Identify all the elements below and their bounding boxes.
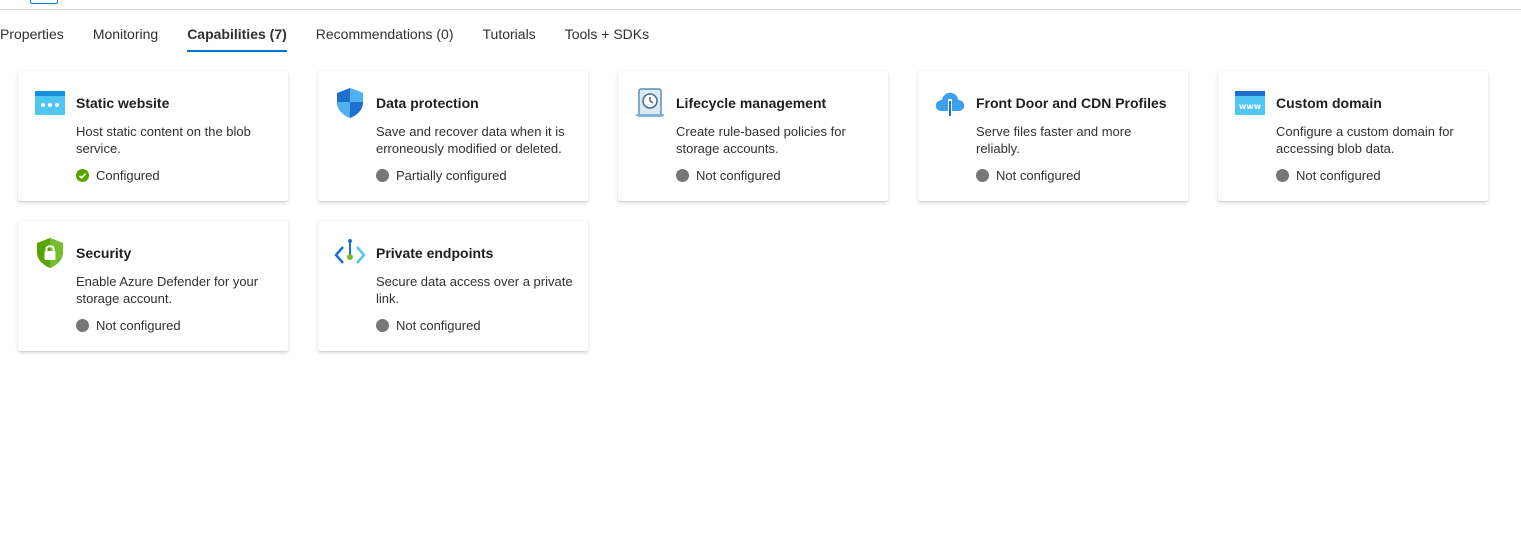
status-dot-icon: [376, 319, 389, 332]
tab-capabilities[interactable]: Capabilities (7): [187, 22, 287, 52]
card-description: Configure a custom domain for accessing …: [1276, 124, 1454, 156]
lock-shield-icon: [34, 237, 66, 269]
status-badge: Not configured: [376, 318, 481, 333]
tab-recommendations[interactable]: Recommendations (0): [316, 22, 454, 52]
card-data-protection[interactable]: Data protection Save and recover data wh…: [318, 71, 588, 201]
card-custom-domain[interactable]: www Custom domain Configure a custom dom…: [1218, 71, 1488, 201]
check-circle-icon: [76, 169, 89, 182]
card-private-endpoints[interactable]: Private endpoints Secure data access ove…: [318, 221, 588, 351]
card-title: Front Door and CDN Profiles: [976, 95, 1167, 111]
truncated-top-control: [30, 0, 58, 4]
status-text: Not configured: [696, 168, 781, 183]
status-dot-icon: [1276, 169, 1289, 182]
card-title: Data protection: [376, 95, 479, 111]
status-text: Not configured: [96, 318, 181, 333]
status-text: Not configured: [1296, 168, 1381, 183]
card-static-website[interactable]: Static website Host static content on th…: [18, 71, 288, 201]
status-dot-icon: [76, 319, 89, 332]
shield-icon: [334, 87, 366, 119]
status-dot-icon: [676, 169, 689, 182]
card-title: Private endpoints: [376, 245, 494, 261]
card-description: Save and recover data when it is erroneo…: [376, 124, 565, 156]
tab-monitoring[interactable]: Monitoring: [93, 22, 158, 52]
svg-text:www: www: [1239, 102, 1262, 111]
status-badge: Not configured: [76, 318, 181, 333]
status-badge: Configured: [76, 168, 160, 183]
card-title: Security: [76, 245, 132, 261]
card-security[interactable]: Security Enable Azure Defender for your …: [18, 221, 288, 351]
status-dot-icon: [976, 169, 989, 182]
card-description: Create rule-based policies for storage a…: [676, 124, 846, 156]
private-endpoint-icon: [334, 237, 366, 269]
top-divider: [0, 0, 1521, 10]
status-badge: Not configured: [976, 168, 1081, 183]
www-icon: www: [1234, 87, 1266, 119]
status-text: Configured: [96, 168, 160, 183]
tab-tutorials[interactable]: Tutorials: [483, 22, 536, 52]
card-front-door-cdn[interactable]: Front Door and CDN Profiles Serve files …: [918, 71, 1188, 201]
card-description: Enable Azure Defender for your storage a…: [76, 274, 259, 306]
card-lifecycle-management[interactable]: Lifecycle management Create rule-based p…: [618, 71, 888, 201]
tab-bar: Properties Monitoring Capabilities (7) R…: [0, 22, 678, 52]
card-description: Host static content on the blob service.: [76, 124, 251, 156]
status-text: Not configured: [996, 168, 1081, 183]
card-description: Secure data access over a private link.: [376, 274, 573, 306]
card-title: Custom domain: [1276, 95, 1382, 111]
card-title: Static website: [76, 95, 170, 111]
tab-tools-sdks[interactable]: Tools + SDKs: [565, 22, 649, 52]
status-text: Partially configured: [396, 168, 507, 183]
cloud-cdn-icon: [934, 87, 966, 119]
status-dot-icon: [376, 169, 389, 182]
tab-properties[interactable]: Properties: [0, 22, 64, 52]
card-description: Serve files faster and more reliably.: [976, 124, 1132, 156]
card-title: Lifecycle management: [676, 95, 827, 111]
lifecycle-scroll-clock-icon: [634, 87, 666, 119]
static-website-icon: [34, 87, 66, 119]
status-badge: Not configured: [676, 168, 781, 183]
status-text: Not configured: [396, 318, 481, 333]
status-badge: Partially configured: [376, 168, 507, 183]
status-badge: Not configured: [1276, 168, 1381, 183]
